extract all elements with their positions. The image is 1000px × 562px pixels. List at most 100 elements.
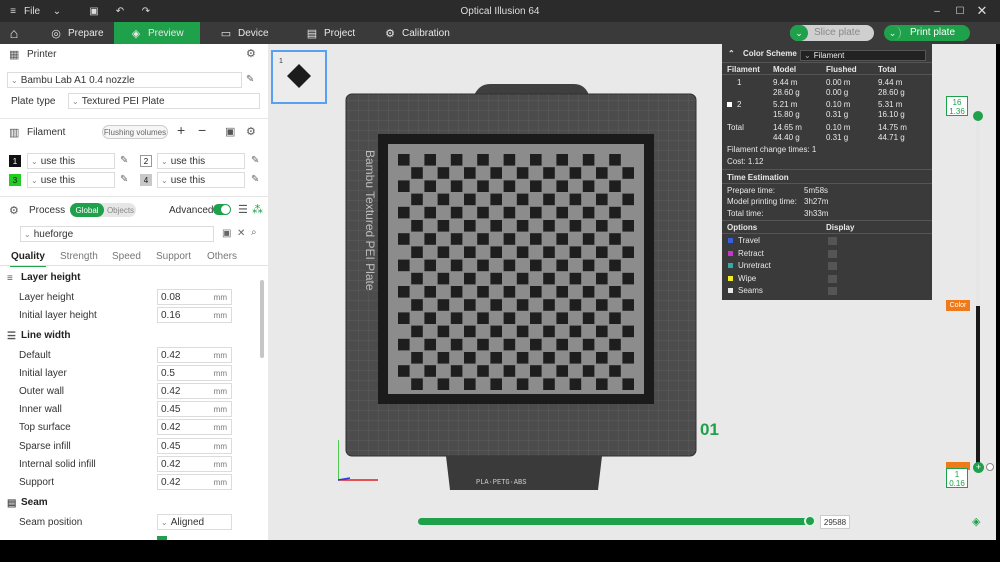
process-preset-value: hueforge (33, 228, 74, 240)
search-icon[interactable]: ⌕ (251, 227, 257, 238)
checker-cell (569, 299, 582, 311)
tab-prepare[interactable]: ◎ Prepare (42, 22, 112, 44)
slice-dropdown-icon[interactable]: ⌄ (790, 25, 808, 41)
filament-swatch-1[interactable]: 1 (9, 155, 21, 167)
top-layer-handle[interactable] (973, 111, 983, 121)
print-plate-button[interactable]: ⌄ Print plate (884, 25, 970, 41)
tab-others[interactable]: Others (207, 251, 237, 262)
checker-cell (556, 338, 568, 351)
edit-filament-4-icon[interactable]: ✎ (251, 174, 259, 185)
unit: mm (213, 368, 227, 378)
undo-icon[interactable]: ↶ (112, 0, 128, 22)
inner-wall-input[interactable]: 0.45 mm (157, 401, 232, 417)
save-preset-icon[interactable]: ▣ (222, 228, 231, 239)
filament-select-2[interactable]: ⌄ use this (157, 153, 245, 169)
outer-wall-input[interactable]: 0.42 mm (157, 383, 232, 399)
edit-filament-3-icon[interactable]: ✎ (120, 174, 128, 185)
checker-cell (596, 325, 608, 338)
printer-settings-gear-icon[interactable]: ⚙ (246, 47, 256, 60)
save-icon[interactable]: ▣ (86, 0, 102, 22)
tab-quality[interactable]: Quality (11, 251, 45, 262)
filament-select-1[interactable]: ⌄ use this (27, 153, 115, 169)
color-change-tag[interactable]: Color (946, 300, 970, 311)
filament-swatch-4[interactable]: 4 (140, 174, 152, 186)
filament-swatch-3[interactable]: 3 (9, 174, 21, 186)
redo-icon[interactable]: ↷ (138, 0, 154, 22)
process-list-icon[interactable]: ☰ (238, 203, 248, 216)
filament-select-4[interactable]: ⌄ use this (157, 172, 245, 188)
printer-select[interactable]: ⌄ Bambu Lab A1 0.4 nozzle (7, 72, 242, 88)
tab-preview[interactable]: ◈ Preview (114, 22, 200, 44)
wipe-display-checkbox[interactable] (828, 275, 837, 283)
move-slider-handle[interactable] (804, 515, 816, 527)
filament-settings-gear-icon[interactable]: ⚙ (246, 125, 256, 138)
unretract-display-checkbox[interactable] (828, 262, 837, 270)
flushing-volumes-button[interactable]: Flushing volumes (102, 125, 168, 139)
checker-cell (503, 286, 516, 298)
remove-filament-button[interactable]: − (198, 122, 206, 138)
plate-thumbnail[interactable]: 1 (271, 50, 327, 104)
layers-icon[interactable]: ◈ (972, 515, 980, 528)
tab-device[interactable]: ▭ Device (212, 22, 282, 44)
menu-icon[interactable]: ≡ (6, 0, 20, 22)
chevron-down-icon[interactable]: ⌄ (50, 0, 64, 22)
delete-preset-icon[interactable]: ✕ (237, 228, 245, 239)
tab-support[interactable]: Support (156, 251, 191, 262)
legend-total-total-g: 44.71 g (878, 133, 905, 142)
move-slider-track[interactable] (418, 518, 812, 525)
edit-filament-1-icon[interactable]: ✎ (120, 155, 128, 166)
filament-swatch-2[interactable]: 2 (140, 155, 152, 167)
checker-cell (490, 167, 502, 179)
minimize-icon[interactable]: – (930, 0, 944, 22)
filament-value-1: use this (40, 155, 76, 167)
tab-calibration[interactable]: ⚙ Calibration (378, 22, 468, 44)
edit-printer-icon[interactable]: ✎ (246, 74, 254, 85)
collapse-icon[interactable]: ⌃ (728, 49, 735, 58)
bottom-layer-handle[interactable]: + (973, 462, 984, 473)
seam-option-checkbox[interactable] (157, 536, 167, 540)
home-button[interactable]: ⌂ (0, 22, 32, 44)
print-dropdown-icon[interactable]: ⌄ (885, 26, 901, 40)
seam-position-select[interactable]: ⌄ Aligned (157, 514, 232, 530)
travel-display-checkbox[interactable] (828, 237, 837, 245)
checker-cell (582, 259, 595, 272)
internal-solid-infill-input[interactable]: 0.42 mm (157, 456, 232, 472)
sparse-infill-input[interactable]: 0.45 mm (157, 438, 232, 454)
checker-cell (477, 312, 489, 324)
global-option[interactable]: Global (70, 203, 104, 217)
tab-project[interactable]: ▤ Project (298, 22, 368, 44)
top-surface-input[interactable]: 0.42 mm (157, 419, 232, 435)
color-scheme-select[interactable]: ⌄ Filament (800, 50, 926, 61)
retract-display-checkbox[interactable] (828, 250, 837, 258)
filament-icon: ▥ (9, 126, 20, 139)
objects-option[interactable]: Objects (105, 203, 136, 217)
plate-type-select[interactable]: ⌄ Textured PEI Plate (68, 93, 260, 109)
printer-section-header: ▦ Printer (0, 44, 268, 64)
checker-cell (503, 365, 516, 377)
filament-sync-icon[interactable]: ▣ (225, 125, 235, 138)
default-width-input[interactable]: 0.42 mm (157, 347, 232, 363)
maximize-icon[interactable]: ☐ (952, 0, 968, 22)
settings-scrollbar[interactable] (260, 280, 264, 358)
tab-strength[interactable]: Strength (60, 251, 98, 262)
layer-height-input[interactable]: 0.08 mm (157, 289, 232, 305)
slice-plate-button[interactable]: ⌄ Slice plate (790, 25, 874, 41)
process-compare-icon[interactable]: ⁂ (252, 203, 263, 216)
initial-layer-width-input[interactable]: 0.5 mm (157, 365, 232, 381)
seam-position-label: Seam position (19, 517, 83, 528)
edit-filament-2-icon[interactable]: ✎ (251, 155, 259, 166)
legend-total-model-m: 14.65 m (773, 123, 802, 132)
support-width-input[interactable]: 0.42 mm (157, 474, 232, 490)
file-menu[interactable]: File (24, 0, 48, 22)
advanced-toggle[interactable] (213, 204, 231, 215)
tab-speed[interactable]: Speed (112, 251, 141, 262)
process-preset-select[interactable]: ⌄ hueforge (20, 226, 214, 242)
add-color-change-button[interactable] (986, 463, 994, 471)
close-icon[interactable]: ✕ (974, 0, 990, 22)
filament-select-3[interactable]: ⌄ use this (27, 172, 115, 188)
initial-layer-height-input[interactable]: 0.16 mm (157, 307, 232, 323)
add-filament-button[interactable]: + (177, 122, 185, 138)
global-objects-switch[interactable]: Global Objects (70, 203, 136, 217)
initial-layer-label: Initial layer (19, 368, 67, 379)
seams-display-checkbox[interactable] (828, 287, 837, 295)
